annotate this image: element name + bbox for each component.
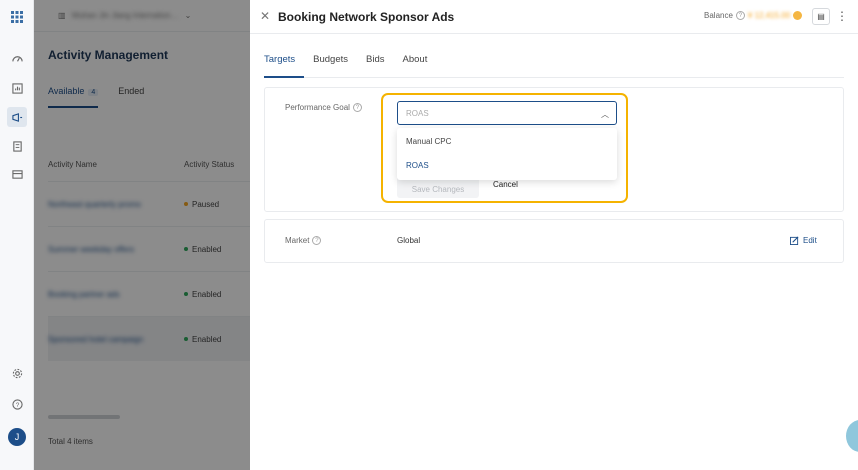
help-icon[interactable]: ?	[10, 397, 24, 411]
balance-value: ¥ 12,415.00	[747, 11, 791, 20]
dashboard-icon[interactable]	[10, 52, 24, 66]
market-card: Market ?	[264, 219, 844, 263]
coin-icon	[793, 11, 803, 20]
document-icon[interactable]	[10, 139, 24, 153]
svg-text:?: ?	[15, 401, 19, 408]
chat-fab-button[interactable]	[846, 420, 858, 452]
close-icon[interactable]: ✕	[260, 10, 272, 22]
market-label: Market ?	[285, 236, 322, 245]
help-icon[interactable]: ?	[735, 11, 745, 20]
performance-goal-label: Performance Goal ?	[285, 103, 362, 112]
tab-budgets[interactable]: Budgets	[304, 54, 357, 78]
select-value: ROAS	[406, 109, 429, 118]
help-icon[interactable]: ?	[312, 236, 322, 245]
option-roas[interactable]: ROAS	[406, 161, 429, 170]
drawer-panel: ✕ Booking Network Sponsor Ads Balance ? …	[250, 0, 858, 470]
invoice-icon: ▤	[817, 12, 825, 21]
billing-icon[interactable]	[10, 167, 24, 181]
tab-bids[interactable]: Bids	[357, 54, 393, 78]
edit-label: Edit	[803, 236, 817, 245]
tab-about[interactable]: About	[394, 54, 437, 78]
more-menu-icon[interactable]: ⋮	[836, 9, 848, 23]
drawer-header: ✕ Booking Network Sponsor Ads Balance ? …	[250, 0, 858, 34]
settings-icon[interactable]	[10, 366, 24, 380]
report-icon[interactable]	[10, 81, 24, 95]
option-manual-cpc[interactable]: Manual CPC	[406, 137, 451, 146]
performance-goal-label-text: Performance Goal	[285, 103, 350, 112]
nav-rail: ? J	[0, 0, 34, 470]
market-label-text: Market	[285, 236, 310, 245]
edit-market-button[interactable]: Edit	[790, 236, 817, 245]
modal-overlay[interactable]	[34, 0, 284, 470]
market-value: Global	[397, 236, 421, 245]
help-icon[interactable]: ?	[352, 103, 362, 112]
balance-display: Balance ? ¥ 12,415.00	[704, 11, 803, 20]
tab-targets[interactable]: Targets	[264, 54, 305, 78]
avatar[interactable]: J	[8, 428, 26, 446]
cancel-button[interactable]: Cancel	[493, 180, 518, 189]
performance-goal-select[interactable]: ROAS ︿	[397, 101, 617, 125]
dropdown-menu: Manual CPC ROAS	[397, 128, 617, 180]
megaphone-icon[interactable]	[7, 107, 27, 127]
apps-grid-icon[interactable]	[10, 10, 24, 24]
drawer-title: Booking Network Sponsor Ads	[278, 10, 455, 24]
drawer-tabs: Targets Budgets Bids About	[264, 54, 844, 78]
chevron-up-icon: ︿	[601, 110, 609, 119]
invoice-button[interactable]: ▤	[812, 8, 830, 25]
balance-label: Balance	[704, 11, 733, 20]
edit-icon	[790, 236, 799, 245]
